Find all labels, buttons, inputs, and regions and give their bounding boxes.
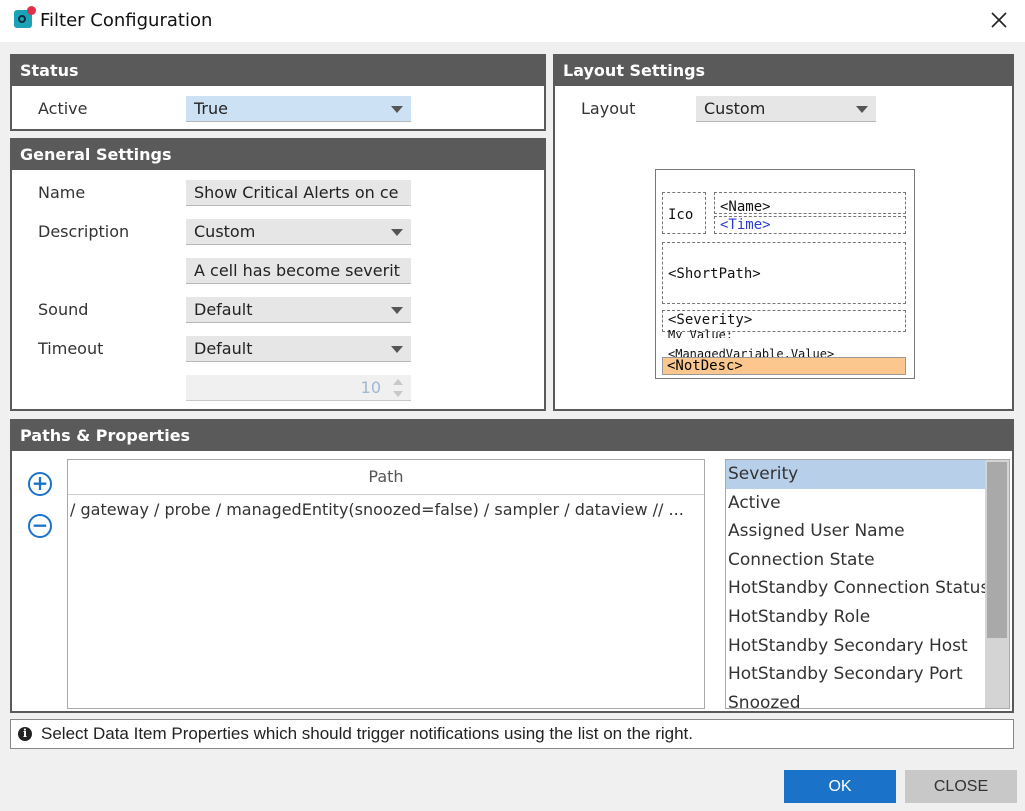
list-item[interactable]: Connection State <box>726 546 1009 575</box>
description-value: Custom <box>194 222 256 241</box>
path-table: Path / gateway / probe / managedEntity(s… <box>67 459 705 709</box>
list-item[interactable]: Assigned User Name <box>726 517 1009 546</box>
list-item[interactable]: HotStandby Secondary Host <box>726 632 1009 661</box>
timeout-select[interactable]: Default <box>186 336 411 362</box>
list-item[interactable]: HotStandby Secondary Port <box>726 660 1009 689</box>
window-title: Filter Configuration <box>40 10 213 31</box>
preview-notdesc: <NotDesc> <box>662 357 906 375</box>
info-bar: i Select Data Item Properties which shou… <box>10 719 1014 749</box>
status-header: Status <box>12 56 544 86</box>
active-label: Active <box>38 99 88 118</box>
timeout-label: Timeout <box>38 339 104 358</box>
preview-severity: <Severity> <box>668 312 753 328</box>
description-text-input[interactable]: A cell has become severit <box>186 258 411 284</box>
list-item[interactable]: Severity <box>726 460 1009 489</box>
list-item[interactable]: HotStandby Connection Status <box>726 574 1009 603</box>
preview-myvalue: My Value: <box>668 328 734 338</box>
layout-preview: Ico <Name> <Time> <ShortPath> <Severity>… <box>655 169 915 379</box>
layout-select[interactable]: Custom <box>696 96 876 122</box>
list-item[interactable]: Active <box>726 489 1009 518</box>
info-icon: i <box>18 727 32 741</box>
sound-label: Sound <box>38 300 89 319</box>
stepper-down-icon[interactable] <box>393 391 403 397</box>
chevron-down-icon <box>856 106 868 113</box>
path-column-header[interactable]: Path <box>68 460 704 495</box>
properties-scrollbar[interactable] <box>985 460 1009 708</box>
close-button[interactable]: CLOSE <box>905 770 1017 803</box>
active-select[interactable]: True <box>186 96 411 122</box>
preview-ico: Ico <box>668 207 694 223</box>
stepper-up-icon[interactable] <box>393 379 403 385</box>
chevron-down-icon <box>391 229 403 236</box>
general-settings-header: General Settings <box>12 140 544 170</box>
preview-managed: <ManagedVariable.Value> <box>668 347 835 357</box>
layout-label: Layout <box>581 99 636 118</box>
active-value: True <box>194 99 228 118</box>
close-icon[interactable] <box>987 8 1011 32</box>
plus-circle-icon[interactable]: + <box>28 472 52 496</box>
paths-properties-panel: Paths & Properties + − Path / gateway / … <box>10 419 1014 713</box>
app-icon <box>14 6 36 28</box>
description-select[interactable]: Custom <box>186 219 411 245</box>
layout-settings-panel: Layout Settings Layout Custom Ico <Name>… <box>553 54 1014 411</box>
list-item[interactable]: Snoozed <box>726 689 1009 708</box>
minus-circle-icon[interactable]: − <box>28 514 52 538</box>
paths-properties-header: Paths & Properties <box>12 421 1012 451</box>
description-label: Description <box>38 222 130 241</box>
list-item[interactable]: HotStandby Role <box>726 603 1009 632</box>
info-text: Select Data Item Properties which should… <box>41 724 694 743</box>
timeout-stepper[interactable]: 10 <box>186 375 411 401</box>
sound-select[interactable]: Default <box>186 297 411 323</box>
general-settings-panel: General Settings Name Show Critical Aler… <box>10 138 546 411</box>
chevron-down-icon <box>391 346 403 353</box>
layout-settings-header: Layout Settings <box>555 56 1012 86</box>
scrollbar-thumb[interactable] <box>987 462 1007 638</box>
sound-value: Default <box>194 300 253 319</box>
ok-button[interactable]: OK <box>784 770 896 803</box>
layout-value: Custom <box>704 99 766 118</box>
table-row[interactable]: / gateway / probe / managedEntity(snooze… <box>68 495 704 525</box>
chevron-down-icon <box>391 307 403 314</box>
preview-shortpath: <ShortPath> <box>668 266 761 282</box>
preview-name: <Name> <box>720 199 771 215</box>
status-panel: Status Active True <box>10 54 546 131</box>
chevron-down-icon <box>391 106 403 113</box>
timeout-number: 10 <box>360 378 381 397</box>
properties-list: Severity Active Assigned User Name Conne… <box>725 459 1010 709</box>
name-input[interactable]: Show Critical Alerts on ce <box>186 180 411 206</box>
title-bar: Filter Configuration <box>0 0 1025 42</box>
timeout-value: Default <box>194 339 253 358</box>
preview-time: <Time> <box>720 217 771 233</box>
name-label: Name <box>38 183 86 202</box>
